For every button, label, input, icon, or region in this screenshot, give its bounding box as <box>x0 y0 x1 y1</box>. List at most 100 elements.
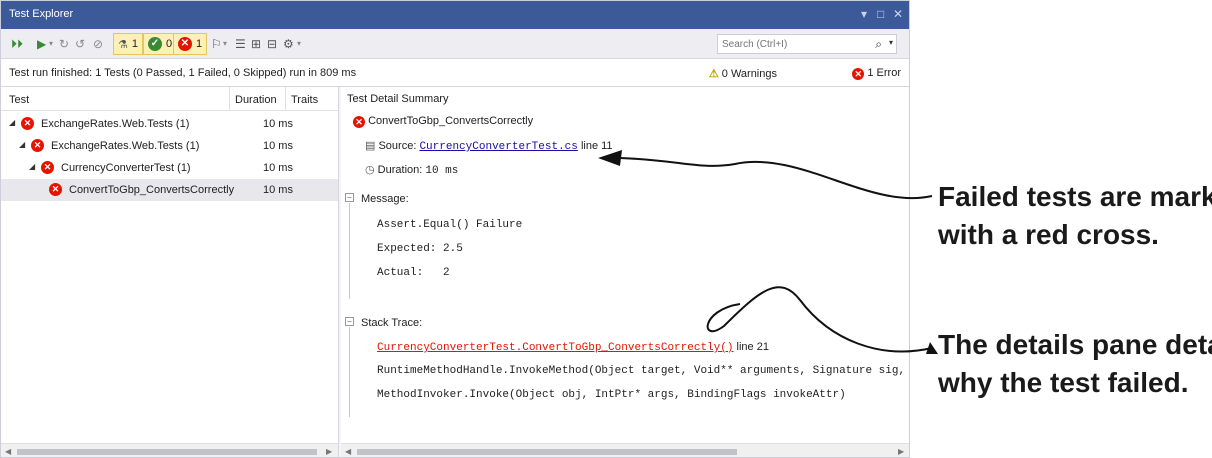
detail-test-name: ConvertToGbp_ConvertsCorrectly <box>368 115 534 127</box>
playlist-dropdown-icon[interactable]: ▾ <box>223 36 227 52</box>
detail-scrollbar[interactable]: ◀ ▶ <box>341 443 909 457</box>
annotation-line: Failed tests are marked <box>938 181 1212 212</box>
column-header-test[interactable]: Test <box>9 94 29 106</box>
scroll-right-icon[interactable]: ▶ <box>326 447 332 456</box>
message-label: Message: <box>361 193 409 205</box>
scrollbar-thumb[interactable] <box>357 449 737 455</box>
test-row-duration: 10 ms <box>263 162 293 174</box>
detail-test-name-row: ✕ ConvertToGbp_ConvertsCorrectly <box>353 115 533 128</box>
search-input[interactable] <box>722 37 862 51</box>
warnings-count: 0 Warnings <box>721 68 777 80</box>
message-line: Actual: 2 <box>377 267 450 279</box>
settings-dropdown-icon[interactable]: ▾ <box>297 36 301 52</box>
run-dropdown-icon[interactable]: ▾ <box>49 36 53 52</box>
failed-icon: ✕ <box>49 183 62 196</box>
source-row: ▤ Source: CurrencyConverterTest.cs line … <box>365 139 613 153</box>
file-icon: ▤ <box>365 140 376 152</box>
annotation-line: The details pane details <box>938 329 1212 360</box>
test-row-duration: 10 ms <box>263 184 293 196</box>
test-row[interactable]: ◢ ✕ CurrencyConverterTest (1) 10 ms <box>1 157 338 179</box>
expand-icon[interactable]: ◢ <box>19 140 25 149</box>
message-line: Assert.Equal() Failure <box>377 219 523 231</box>
failed-count: 1 <box>196 38 203 50</box>
annotation-failed-tests: Failed tests are marked with a red cross… <box>938 178 1212 254</box>
test-row-name: ExchangeRates.Web.Tests (1) <box>41 118 190 130</box>
filter-failed-tests[interactable]: ✕ 1 <box>173 33 208 55</box>
errors-count: 1 Error <box>867 67 901 79</box>
maximize-icon[interactable]: □ <box>877 7 884 21</box>
stack-frame-row: CurrencyConverterTest.ConvertToGbp_Conve… <box>377 341 769 354</box>
run-icon[interactable]: ▶ <box>37 36 46 52</box>
warning-icon: ⚠ <box>708 68 719 80</box>
collapse-all-icon[interactable]: ⊟ <box>267 36 277 52</box>
all-count: 1 <box>131 38 138 50</box>
duration-label: Duration: <box>377 164 423 176</box>
repeat-run-icon[interactable]: ↻ <box>59 36 69 52</box>
annotation-details-pane: The details pane details why the test fa… <box>938 326 1212 402</box>
window-position-icon[interactable]: ▾ <box>861 7 867 21</box>
test-row-name: ConvertToGbp_ConvertsCorrectly <box>69 184 235 196</box>
column-header-duration[interactable]: Duration <box>235 94 277 106</box>
run-failed-icon[interactable]: ↺ <box>75 36 85 52</box>
failed-icon: ✕ <box>41 161 54 174</box>
playlist-icon[interactable]: ⚐ <box>211 36 222 52</box>
close-icon[interactable]: ✕ <box>893 7 903 21</box>
detail-header: Test Detail Summary <box>347 93 449 105</box>
scrollbar-thumb[interactable] <box>17 449 317 455</box>
test-row[interactable]: ◢ ✕ ExchangeRates.Web.Tests (1) 10 ms <box>1 113 338 135</box>
test-row-name: CurrencyConverterTest (1) <box>61 162 191 174</box>
test-row[interactable]: ✕ ConvertToGbp_ConvertsCorrectly 10 ms <box>1 179 338 201</box>
source-file-link[interactable]: CurrencyConverterTest.cs <box>419 141 577 153</box>
clock-icon: ◷ <box>365 164 375 176</box>
search-box[interactable]: ⌕ ▾ <box>717 34 897 54</box>
run-all-icon[interactable]: ⏵⏵ <box>11 36 23 52</box>
test-list-pane: Test Duration Traits ◢ ✕ ExchangeRates.W… <box>1 87 339 457</box>
expand-all-icon[interactable]: ⊞ <box>251 36 261 52</box>
collapse-message-icon[interactable]: − <box>345 193 354 202</box>
window-title: Test Explorer <box>9 8 74 20</box>
error-icon: ✕ <box>852 68 865 80</box>
test-row-name: ExchangeRates.Web.Tests (1) <box>51 140 200 152</box>
annotation-line: with a red cross. <box>938 219 1159 250</box>
run-summary: Test run finished: 1 Tests (0 Passed, 1 … <box>9 67 357 79</box>
message-line: Expected: 2.5 <box>377 243 463 255</box>
scroll-left-icon[interactable]: ◀ <box>345 447 351 456</box>
filter-passed-tests[interactable]: ✓ 0 <box>143 33 178 55</box>
search-options-icon[interactable]: ▾ <box>889 38 893 47</box>
test-row-duration: 10 ms <box>263 140 293 152</box>
group-by-icon[interactable]: ☰ <box>235 36 246 52</box>
test-detail-pane: Test Detail Summary ✕ ConvertToGbp_Conve… <box>341 87 909 457</box>
passed-count: 0 <box>166 38 173 50</box>
filter-all-tests[interactable]: ⚗ 1 <box>113 33 143 55</box>
toolbar: ⏵⏵ ▶ ▾ ↻ ↺ ⊘ ⚗ 1 ✓ 0 ✕ 1 ⚐ ▾ ☰ ⊞ ⊟ ⚙ ▾ ⌕… <box>1 29 909 59</box>
expand-icon[interactable]: ◢ <box>9 118 15 127</box>
duration-row: ◷ Duration: 10 ms <box>365 163 458 177</box>
stack-trace-label: Stack Trace: <box>361 317 423 329</box>
source-label: Source: <box>378 140 417 152</box>
search-icon[interactable]: ⌕ <box>875 37 882 52</box>
expand-icon[interactable]: ◢ <box>29 162 35 171</box>
stack-frame: RuntimeMethodHandle.InvokeMethod(Object … <box>377 365 909 377</box>
cancel-icon[interactable]: ⊘ <box>93 36 103 52</box>
failed-icon: ✕ <box>21 117 34 130</box>
status-bar: Test run finished: 1 Tests (0 Passed, 1 … <box>1 59 909 87</box>
warnings-indicator[interactable]: ⚠ 0 Warnings <box>709 67 777 80</box>
test-list-header: Test Duration Traits <box>1 87 338 111</box>
stack-frame-link[interactable]: CurrencyConverterTest.ConvertToGbp_Conve… <box>377 342 733 354</box>
title-bar: Test Explorer ▾ □ ✕ <box>1 1 909 29</box>
arrow-tail <box>926 342 938 354</box>
passed-icon: ✓ <box>148 37 162 51</box>
test-row[interactable]: ◢ ✕ ExchangeRates.Web.Tests (1) 10 ms <box>1 135 338 157</box>
flask-icon: ⚗ <box>118 38 128 51</box>
scroll-left-icon[interactable]: ◀ <box>5 447 11 456</box>
test-explorer-window: Test Explorer ▾ □ ✕ ⏵⏵ ▶ ▾ ↻ ↺ ⊘ ⚗ 1 ✓ 0… <box>0 0 910 458</box>
test-list-scrollbar[interactable]: ◀ ▶ <box>1 443 338 457</box>
settings-icon[interactable]: ⚙ <box>283 36 294 52</box>
failed-icon: ✕ <box>178 37 192 51</box>
errors-indicator[interactable]: ✕ 1 Error <box>852 67 901 80</box>
collapse-stack-trace-icon[interactable]: − <box>345 317 354 326</box>
scroll-right-icon[interactable]: ▶ <box>898 447 904 456</box>
column-header-traits[interactable]: Traits <box>291 94 318 106</box>
failed-icon: ✕ <box>353 116 365 128</box>
test-row-duration: 10 ms <box>263 118 293 130</box>
